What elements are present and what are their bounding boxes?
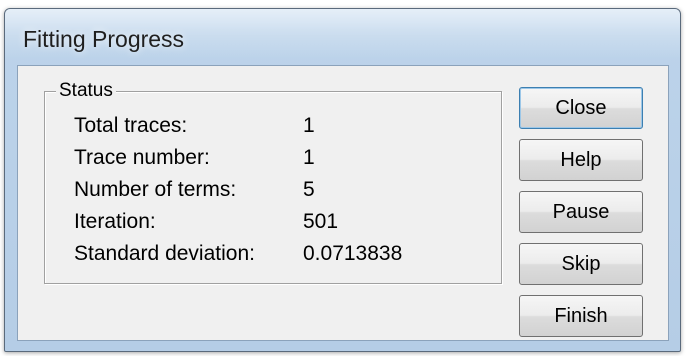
iteration-value: 501 <box>303 210 339 233</box>
trace-number-label: Trace number: <box>74 146 210 169</box>
iteration-label: Iteration: <box>74 210 156 233</box>
standard-deviation-value: 0.0713838 <box>303 242 403 265</box>
help-button[interactable]: Help <box>519 139 643 181</box>
trace-number-value: 1 <box>303 146 315 169</box>
standard-deviation-label: Standard deviation: <box>74 242 255 265</box>
close-button[interactable]: Close <box>519 87 643 129</box>
finish-button[interactable]: Finish <box>519 295 643 337</box>
window-title: Fitting Progress <box>23 26 185 52</box>
pause-button[interactable]: Pause <box>519 191 643 233</box>
total-traces-label: Total traces: <box>74 114 188 137</box>
number-of-terms-label: Number of terms: <box>74 178 237 201</box>
total-traces-value: 1 <box>303 114 315 137</box>
number-of-terms-value: 5 <box>303 178 315 201</box>
dialog-client-area: Status Total traces: 1 Trace number: 1 N… <box>17 65 669 341</box>
dialog-window: Fitting Progress Status Total traces: 1 … <box>4 8 681 352</box>
skip-button[interactable]: Skip <box>519 243 643 285</box>
status-group-label: Status <box>56 80 116 102</box>
